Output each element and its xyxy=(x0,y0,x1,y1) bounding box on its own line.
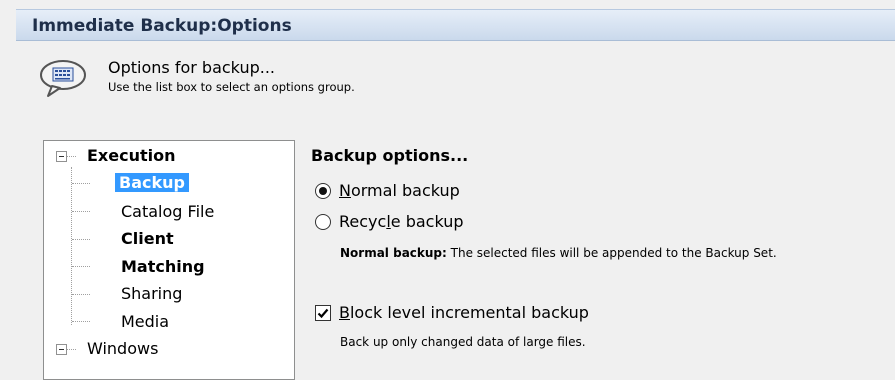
tree-item-sharing[interactable]: Sharing xyxy=(121,284,182,303)
tree-connector xyxy=(72,183,90,184)
window-title-bar: Immediate Backup:Options xyxy=(16,9,895,41)
tree-connector xyxy=(72,294,90,295)
tree-group-windows[interactable]: Windows xyxy=(87,339,158,358)
collapse-windows-icon[interactable] xyxy=(56,344,67,355)
tree-item-client[interactable]: Client xyxy=(121,229,174,248)
tree-connector xyxy=(72,266,90,267)
tree-connector xyxy=(72,239,90,240)
tree-item-media[interactable]: Media xyxy=(121,312,169,331)
options-group-tree[interactable]: Execution Backup Catalog File Client Mat… xyxy=(43,140,295,380)
tree-connector xyxy=(66,156,76,157)
tree-item-backup[interactable]: Backup xyxy=(115,173,189,192)
block-level-description: Back up only changed data of large files… xyxy=(340,335,586,349)
block-level-label[interactable]: Block level incremental backup xyxy=(339,303,589,322)
tree-item-catalog-file[interactable]: Catalog File xyxy=(121,202,214,221)
tree-connector xyxy=(66,349,76,350)
tree-item-matching[interactable]: Matching xyxy=(121,257,205,276)
window-title: Immediate Backup:Options xyxy=(32,16,292,36)
collapse-execution-icon[interactable] xyxy=(56,151,67,162)
tree-connector xyxy=(72,321,90,322)
tree-connector xyxy=(72,211,90,212)
block-level-checkbox[interactable] xyxy=(315,305,331,321)
header-title: Options for backup... xyxy=(108,58,275,77)
speech-bubble-icon xyxy=(40,60,86,97)
tree-connector xyxy=(71,167,72,325)
backup-mode-description: Normal backup: The selected files will b… xyxy=(340,246,777,260)
recycle-backup-radio[interactable] xyxy=(315,214,331,230)
tree-group-execution[interactable]: Execution xyxy=(87,146,176,165)
backup-options-title: Backup options... xyxy=(311,146,469,165)
checkmark-icon xyxy=(317,308,329,319)
recycle-backup-label[interactable]: Recycle backup xyxy=(339,212,464,231)
header-subtitle: Use the list box to select an options gr… xyxy=(108,80,355,94)
normal-backup-radio[interactable] xyxy=(315,183,331,199)
normal-backup-label[interactable]: Normal backup xyxy=(339,181,460,200)
